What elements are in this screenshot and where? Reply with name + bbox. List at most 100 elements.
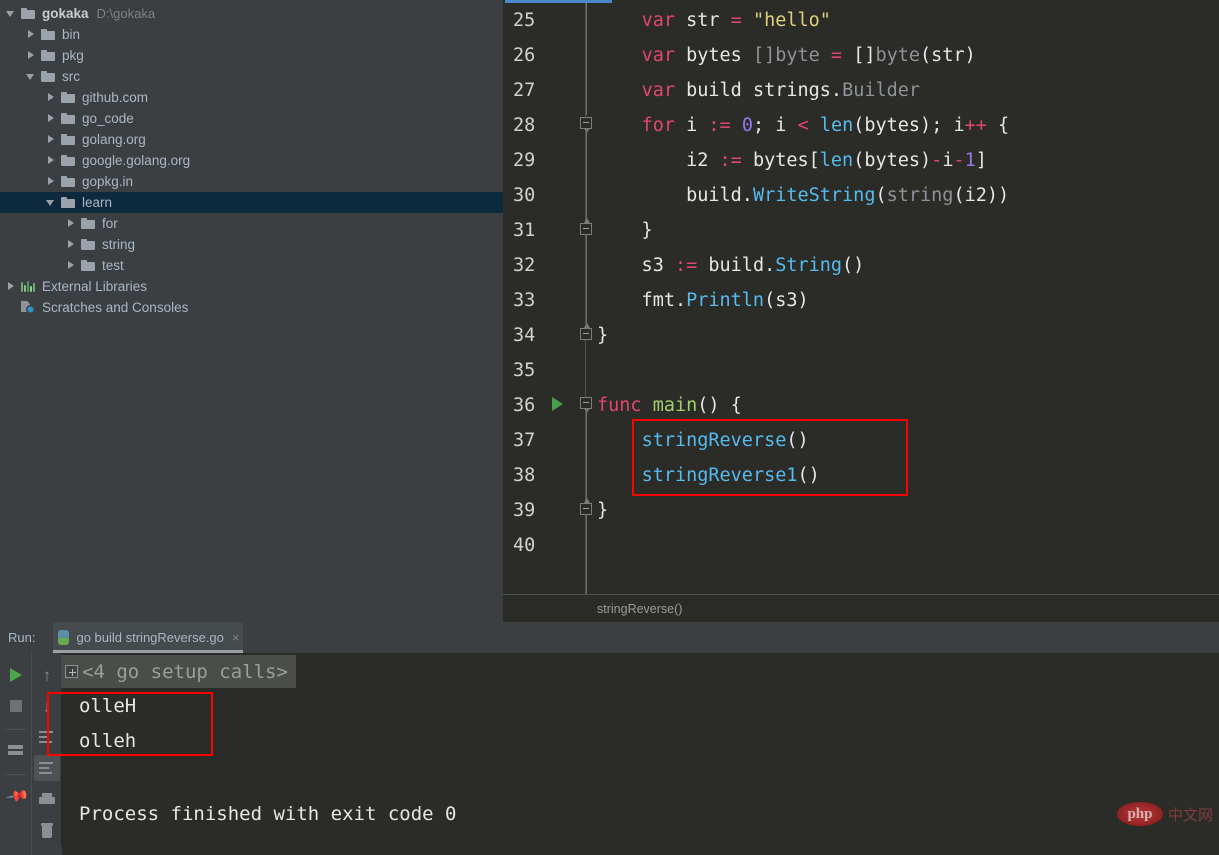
tree-item-google-golang-org[interactable]: google.golang.org [0, 150, 503, 171]
chevron-right-icon[interactable] [6, 281, 17, 292]
code-line[interactable]: 30 build.WriteString(string(i2)) [503, 178, 1219, 213]
collapsed-frames-row[interactable]: <4 go setup calls> [61, 655, 296, 688]
code-line[interactable]: 28 for i := 0; i < len(bytes); i++ { [503, 108, 1219, 143]
arrow-down-icon: ↓ [42, 696, 52, 716]
close-icon[interactable]: × [232, 630, 240, 645]
line-content: for i := 0; i < len(bytes); i++ { [641, 115, 1010, 136]
tree-item-label: External Libraries [42, 279, 148, 294]
print-button[interactable] [34, 786, 60, 812]
code-line[interactable]: 37 stringReverse() [503, 423, 1219, 458]
folder-icon [81, 217, 96, 230]
toolbar-divider-1 [5, 729, 26, 730]
line-number: 30 [513, 185, 536, 206]
tree-item-scratches-and-consoles[interactable]: Scratches and Consoles [0, 297, 503, 318]
code-line[interactable]: 36 func main() { [503, 388, 1219, 423]
tree-item-test[interactable]: test [0, 255, 503, 276]
line-content: i2 := bytes[len(bytes)-i-1] [597, 150, 987, 171]
fold-marker-for-start[interactable] [580, 117, 592, 133]
folder-icon [61, 154, 76, 167]
breadcrumb: stringReverse() [597, 601, 683, 616]
tree-item-label: go_code [82, 111, 134, 126]
chevron-down-icon[interactable] [26, 71, 37, 82]
fold-marker-for-end[interactable] [580, 218, 592, 235]
no-chevron [6, 302, 17, 313]
project-tree[interactable]: gokaka D:\gokaka bin pkg src github.com go_cod… [0, 0, 503, 318]
tree-item-learn[interactable]: learn [0, 192, 503, 213]
chevron-right-icon[interactable] [46, 92, 57, 103]
tree-item-pkg[interactable]: pkg [0, 45, 503, 66]
tree-item-gokaka[interactable]: gokaka D:\gokaka [0, 3, 503, 24]
up-stack-button[interactable]: ↑ [34, 662, 60, 688]
code-line[interactable]: 33 fmt.Println(s3) [503, 283, 1219, 318]
expand-icon[interactable] [65, 665, 78, 678]
chevron-right-icon[interactable] [66, 260, 77, 271]
fold-marker-func1-end[interactable] [580, 323, 592, 340]
chevron-down-icon[interactable] [46, 197, 57, 208]
code-line[interactable]: 32 s3 := build.String() [503, 248, 1219, 283]
line-content: } [597, 500, 609, 521]
folder-icon [61, 112, 76, 125]
run-primary-toolbar[interactable]: 📌 [0, 653, 31, 855]
code-line[interactable]: 40 [503, 528, 1219, 563]
chevron-right-icon[interactable] [46, 155, 57, 166]
down-stack-button[interactable]: ↓ [34, 693, 60, 719]
code-line[interactable]: 34} [503, 318, 1219, 353]
chevron-right-icon[interactable] [26, 50, 37, 61]
console-exit-line: Process finished with exit code 0 [79, 803, 457, 825]
line-content: fmt.Println(s3) [597, 290, 809, 311]
tree-item-src[interactable]: src [0, 66, 503, 87]
code-line[interactable]: 38 stringReverse1() [503, 458, 1219, 493]
folder-icon [81, 238, 96, 251]
chevron-right-icon[interactable] [66, 239, 77, 250]
tree-item-bin[interactable]: bin [0, 24, 503, 45]
code-line[interactable]: 27 var build strings.Builder [503, 73, 1219, 108]
tree-item-golang-org[interactable]: golang.org [0, 129, 503, 150]
fold-marker-main-end[interactable] [580, 498, 592, 515]
pin-tab-button[interactable]: 📌 [3, 783, 29, 809]
code-line[interactable]: 39} [503, 493, 1219, 528]
run-label: Run: [8, 630, 36, 645]
tree-item-for[interactable]: for [0, 213, 503, 234]
fold-marker-main-start[interactable] [580, 397, 592, 413]
rerun-button[interactable] [3, 662, 29, 688]
chevron-right-icon[interactable] [26, 29, 37, 40]
code-line[interactable]: 35 [503, 353, 1219, 388]
collapsed-frames-label: <4 go setup calls> [82, 660, 288, 683]
code-line[interactable]: 25 var str = "hello" [503, 3, 1219, 38]
code-line[interactable]: 29 i2 := bytes[len(bytes)-i-1] [503, 143, 1219, 178]
code-line[interactable]: 31 } [503, 213, 1219, 248]
run-tab-go-build[interactable]: go build stringReverse.go × [53, 622, 244, 653]
code-line[interactable]: 26 var bytes []byte = []byte(str) [503, 38, 1219, 73]
code-lines[interactable]: 25 var str = "hello" 26 var bytes []byte … [503, 3, 1219, 595]
tree-item-gopkg-in[interactable]: gopkg.in [0, 171, 503, 192]
tree-item-github-com[interactable]: github.com [0, 87, 503, 108]
stop-button[interactable] [3, 693, 29, 719]
chevron-right-icon[interactable] [66, 218, 77, 229]
tree-item-go-code[interactable]: go_code [0, 108, 503, 129]
console-output[interactable]: <4 go setup calls> olleH olleh Process f… [61, 653, 1219, 846]
folder-icon [21, 7, 36, 20]
fold-bar-func1 [586, 235, 587, 329]
line-content: build.WriteString(string(i2)) [597, 185, 1010, 206]
wrap-icon [39, 731, 55, 743]
chevron-down-icon[interactable] [6, 8, 17, 19]
run-gutter-icon[interactable] [552, 397, 563, 411]
chevron-right-icon[interactable] [46, 113, 57, 124]
scroll-to-end-button[interactable] [34, 755, 60, 781]
run-secondary-toolbar[interactable]: ↑ ↓ [31, 653, 62, 855]
fold-bar-main [586, 409, 587, 503]
tree-item-label: Scratches and Consoles [42, 300, 189, 315]
project-tree-panel: gokaka D:\gokaka bin pkg src github.com go_cod… [0, 0, 503, 622]
clear-all-button[interactable] [34, 817, 60, 843]
watermark: php 中文网 [1116, 802, 1213, 826]
soft-wrap-button[interactable] [34, 724, 60, 750]
go-file-icon [57, 630, 70, 645]
chevron-right-icon[interactable] [46, 176, 57, 187]
tree-item-string[interactable]: string [0, 234, 503, 255]
restore-layout-button[interactable] [3, 738, 29, 764]
chevron-right-icon[interactable] [46, 134, 57, 145]
trash-icon [41, 822, 53, 838]
tree-item-external-libraries[interactable]: External Libraries [0, 276, 503, 297]
editor-viewport[interactable]: 25 var str = "hello" 26 var bytes []byte … [503, 3, 1219, 595]
folder-icon [61, 196, 76, 209]
